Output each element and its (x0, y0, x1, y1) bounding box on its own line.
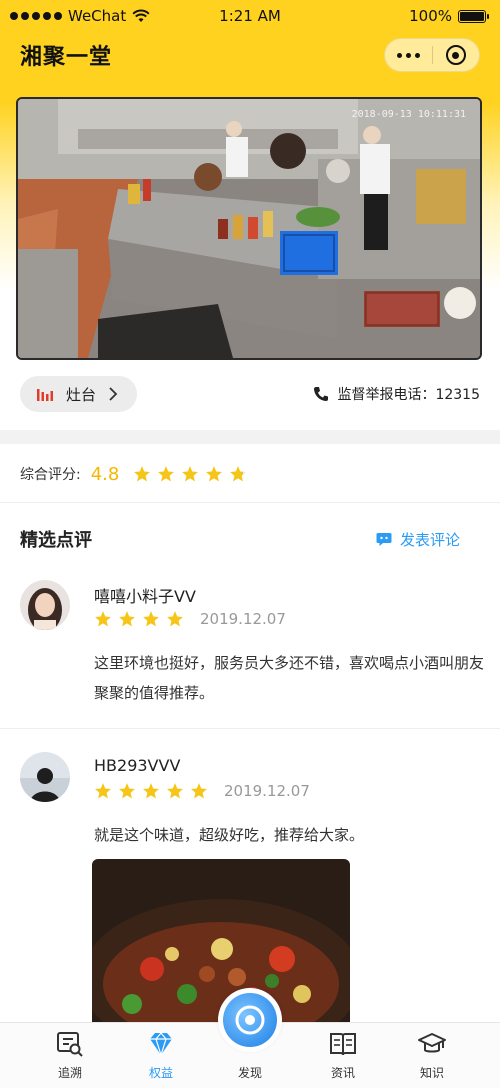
more-dots-icon (396, 52, 420, 58)
tab-news[interactable]: 资讯 (308, 1023, 378, 1088)
more-button[interactable] (385, 39, 432, 71)
review-stars (94, 610, 184, 628)
report-hotline[interactable]: 监督举报电话：12315 (313, 384, 480, 404)
miniprogram-capsule (384, 38, 480, 72)
phone-icon (314, 387, 329, 401)
row-divider (0, 502, 500, 503)
reviews-header: 精选点评 发表评论 (20, 526, 480, 552)
review-text: 就是这个味道，超级好吃，推荐给大家。 (94, 826, 365, 844)
stove-label: 灶台 (66, 385, 97, 404)
discover-icon (223, 993, 277, 1047)
tab-rights[interactable]: 权益 (126, 1023, 196, 1088)
wifi-icon (132, 9, 150, 22)
star-icon (142, 610, 160, 628)
battery-percent: 100% (409, 7, 452, 25)
review-date: 2019.12.07 (200, 610, 286, 628)
star-icon (157, 465, 175, 483)
stove-row: 灶台 监督举报电话：12315 (0, 376, 500, 412)
target-icon (445, 45, 466, 65)
bar-signal-icon (37, 389, 53, 401)
tab-knowledge[interactable]: 知识 (397, 1023, 467, 1088)
battery-fill (460, 11, 484, 21)
review-photo[interactable] (92, 859, 350, 1029)
avatar (20, 580, 70, 630)
food-dish-image (92, 859, 350, 1029)
diamond-icon (146, 1029, 176, 1059)
carrier-label: WeChat (68, 7, 127, 25)
review-stars (94, 782, 208, 800)
rating-stars (133, 465, 247, 483)
star-icon (190, 782, 208, 800)
star-icon (229, 465, 247, 483)
post-comment-button[interactable]: 发表评论 (376, 529, 460, 550)
battery-icon (458, 9, 489, 23)
reviewer-name: HB293VVV (94, 756, 181, 775)
hotline-text: 监督举报电话：12315 (337, 387, 480, 403)
avatar (20, 752, 70, 802)
tab-label: 追溯 (57, 1066, 82, 1080)
review-meta: 2019.12.07 (94, 782, 310, 800)
star-icon (142, 782, 160, 800)
section-divider (0, 430, 500, 444)
star-icon (118, 610, 136, 628)
star-icon (118, 782, 136, 800)
star-icon (166, 782, 184, 800)
stove-selector-button[interactable]: 灶台 (20, 376, 137, 412)
review-date: 2019.12.07 (224, 782, 310, 800)
kitchen-live-video[interactable]: 2018-09-13 10:11:31 (16, 97, 482, 360)
status-bar: WeChat 1:21 AM 100% (0, 0, 500, 32)
graduation-cap-icon (417, 1029, 447, 1059)
star-icon (133, 465, 151, 483)
star-icon (181, 465, 199, 483)
star-icon (94, 610, 112, 628)
book-icon (328, 1029, 358, 1059)
tab-label: 资讯 (330, 1066, 355, 1080)
star-icon (166, 610, 184, 628)
kitchen-scene-image (18, 99, 480, 358)
tab-label: 知识 (419, 1066, 444, 1080)
star-icon (94, 782, 112, 800)
comment-icon (376, 532, 392, 546)
reviews-title: 精选点评 (20, 530, 92, 551)
status-right: 100% (409, 7, 489, 25)
video-timestamp: 2018-09-13 10:11:31 (351, 109, 466, 120)
page-title: 湘聚一堂 (20, 45, 113, 70)
trace-icon (55, 1029, 85, 1059)
post-comment-label: 发表评论 (399, 530, 460, 549)
tab-trace[interactable]: 追溯 (35, 1023, 105, 1088)
tab-label: 权益 (148, 1066, 173, 1080)
rating-label: 综合评分: (20, 467, 81, 483)
close-miniprogram-button[interactable] (433, 39, 480, 71)
rating-score: 4.8 (90, 463, 120, 485)
star-icon (205, 465, 223, 483)
chevron-right-icon (109, 387, 118, 401)
tab-label: 发现 (237, 1066, 262, 1080)
review-divider (0, 728, 500, 729)
overall-rating: 综合评分: 4.8 (20, 460, 247, 488)
signal-icon (10, 12, 62, 20)
reviewer-name: 嘻嘻小料子VV (94, 587, 196, 606)
discover-center-button[interactable] (218, 988, 282, 1052)
review-text: 这里环境也挺好，服务员大多还不错，喜欢喝点小酒叫朋友聚聚的值得推荐。 (94, 654, 485, 702)
review-meta: 2019.12.07 (94, 610, 286, 628)
nav-bar: 湘聚一堂 (0, 32, 500, 78)
status-left: WeChat (10, 7, 150, 25)
